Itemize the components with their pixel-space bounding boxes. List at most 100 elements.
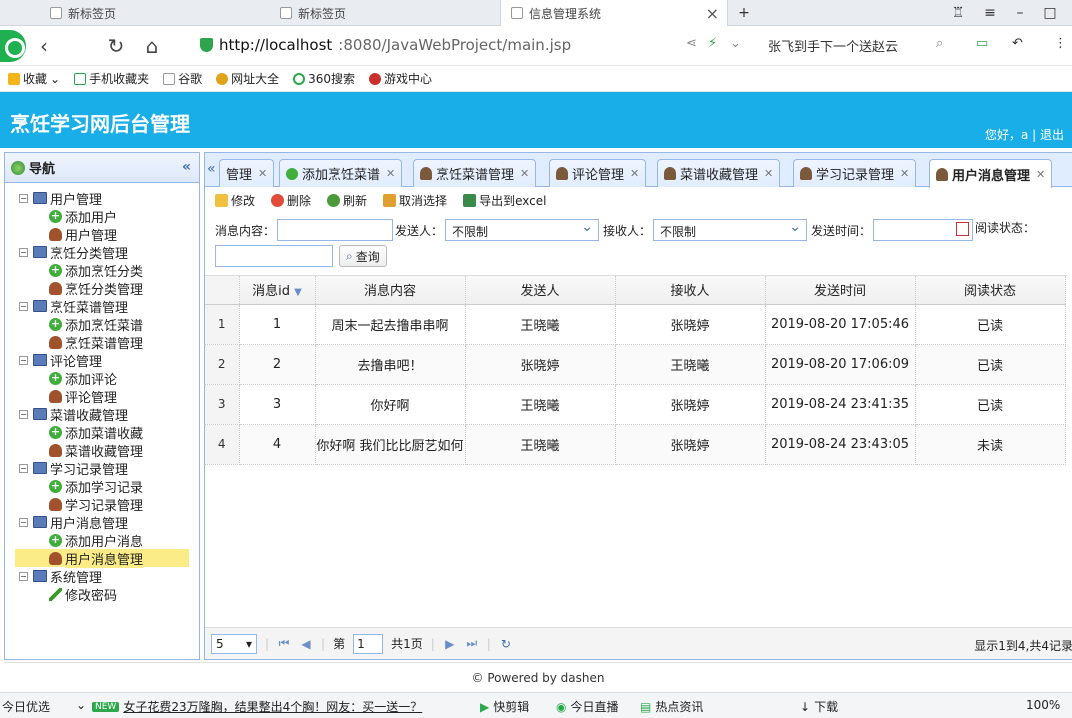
bookmark-mobile[interactable]: 手机收藏夹 bbox=[74, 70, 149, 87]
page-number-input[interactable]: 1 bbox=[353, 633, 384, 654]
close-icon[interactable]: ✕ bbox=[1036, 168, 1045, 181]
back-icon[interactable]: ‹ bbox=[32, 34, 56, 58]
menu-icon[interactable]: ≡ bbox=[976, 0, 1004, 26]
close-icon[interactable]: × bbox=[706, 4, 719, 23]
close-icon[interactable]: ✕ bbox=[520, 167, 529, 180]
calendar-icon[interactable] bbox=[956, 222, 970, 236]
delete-button[interactable]: 删除 bbox=[271, 192, 311, 209]
tree-item[interactable]: 学习记录管理 bbox=[15, 495, 199, 514]
status-item-download[interactable]: ↓ 下载 bbox=[800, 698, 838, 715]
browser-tab[interactable]: 新标签页 bbox=[270, 0, 490, 26]
tree-item[interactable]: + 添加学习记录 bbox=[15, 477, 199, 496]
tree-group[interactable]: − 系统管理 bbox=[15, 567, 199, 586]
tree-group[interactable]: − 烹饪分类管理 bbox=[15, 243, 199, 262]
tree-group[interactable]: − 评论管理 bbox=[15, 351, 199, 370]
tree-item[interactable]: + 添加烹饪分类 bbox=[15, 261, 199, 280]
shirt-icon[interactable]: ♖ bbox=[944, 0, 972, 26]
close-icon[interactable]: ✕ bbox=[630, 167, 639, 180]
tree-item[interactable]: + 添加评论 bbox=[15, 369, 199, 388]
tab-favorite-manage[interactable]: 菜谱收藏管理 ✕ bbox=[657, 159, 781, 187]
status-item-news[interactable]: ▤ 热点资讯 bbox=[640, 698, 703, 715]
tree-group[interactable]: − 学习记录管理 bbox=[15, 459, 199, 478]
collapse-icon[interactable]: « bbox=[182, 159, 191, 175]
more-icon[interactable]: ⋮ bbox=[1054, 36, 1067, 51]
close-icon[interactable]: ✕ bbox=[258, 167, 267, 180]
first-page-icon[interactable]: ⏮ bbox=[277, 636, 291, 651]
undo-icon[interactable]: ↶ bbox=[1012, 36, 1023, 51]
lightning-icon[interactable]: ⚡ bbox=[708, 36, 717, 51]
tree-item[interactable]: 烹饪分类管理 bbox=[15, 279, 199, 298]
cancel-select-button[interactable]: 取消选择 bbox=[383, 192, 447, 209]
tab-recipe-manage[interactable]: 烹饪菜谱管理 ✕ bbox=[413, 159, 537, 187]
table-row[interactable]: 1 1 周末一起去撸串串啊 王晓曦 张晓婷 2019-08-20 17:05:46 已读 bbox=[205, 304, 1066, 345]
last-page-icon[interactable]: ⏭ bbox=[465, 636, 479, 651]
table-row[interactable]: 4 4 你好啊 我们比比厨艺如何 王晓曦 张晓婷 2019-08-24 23:43:05 未… bbox=[205, 424, 1066, 465]
status-headline[interactable]: NEW 女子花费23万隆胸，结果整出4个胸！网友：买一送一？ bbox=[92, 698, 422, 715]
collapse-toggle-icon[interactable]: − bbox=[19, 409, 28, 419]
close-icon[interactable]: ✕ bbox=[900, 167, 909, 180]
column-header-sender[interactable]: 发送人 bbox=[465, 276, 616, 305]
tree-item[interactable]: 菜谱收藏管理 bbox=[15, 441, 199, 460]
browser-tab-active[interactable]: 信息管理系统 × bbox=[500, 0, 728, 26]
tab-manage[interactable]: 管理 ✕ bbox=[219, 159, 275, 187]
tree-item[interactable]: 修改密码 bbox=[15, 585, 199, 604]
edit-button[interactable]: 修改 bbox=[215, 192, 255, 209]
search-icon[interactable]: ⌕ bbox=[936, 36, 943, 51]
tab-study-manage[interactable]: 学习记录管理 ✕ bbox=[793, 159, 917, 187]
bookmark-sites[interactable]: 网址大全 bbox=[216, 70, 279, 87]
chevron-down-icon[interactable]: ⌄ bbox=[730, 36, 741, 51]
scroll-left-icon[interactable]: « bbox=[207, 161, 216, 177]
close-icon[interactable]: ✕ bbox=[386, 167, 395, 180]
collapse-toggle-icon[interactable]: − bbox=[19, 571, 28, 581]
column-header-content[interactable]: 消息内容 bbox=[315, 276, 466, 305]
tree-item[interactable]: 用户管理 bbox=[15, 225, 199, 244]
collapse-toggle-icon[interactable]: − bbox=[19, 193, 28, 203]
home-icon[interactable]: ⌂ bbox=[140, 34, 164, 58]
status-item-live[interactable]: ◉ 今日直播 bbox=[556, 698, 619, 715]
query-button[interactable]: ⌕ 查询 bbox=[339, 245, 387, 267]
collapse-toggle-icon[interactable]: − bbox=[19, 463, 28, 473]
browser-tab[interactable]: 新标签页 bbox=[40, 0, 260, 26]
tree-item[interactable]: + 添加菜谱收藏 bbox=[15, 423, 199, 442]
browser-logo[interactable] bbox=[0, 30, 26, 62]
bookmark-favorites[interactable]: 收藏 ⌄ bbox=[8, 70, 60, 87]
column-header-id[interactable]: 消息id ▼ bbox=[239, 276, 316, 305]
tab-message-manage[interactable]: 用户消息管理 ✕ bbox=[929, 159, 1053, 188]
tree-group[interactable]: − 用户消息管理 bbox=[15, 513, 199, 532]
tree-item[interactable]: 评论管理 bbox=[15, 387, 199, 406]
bookmark-games[interactable]: 游戏中心 bbox=[369, 70, 432, 87]
share-icon[interactable]: ⋖ bbox=[686, 36, 697, 51]
tree-item[interactable]: 用户消息管理 bbox=[15, 548, 189, 568]
bookmark-360search[interactable]: 360搜索 bbox=[293, 70, 355, 87]
status-item-clip[interactable]: ▶ 快剪辑 bbox=[480, 698, 529, 715]
column-header-status[interactable]: 阅读状态 bbox=[915, 276, 1066, 305]
status-input[interactable] bbox=[215, 245, 333, 267]
maximize-button[interactable]: □ bbox=[1036, 0, 1064, 26]
status-daily-pick[interactable]: 今日优选 bbox=[2, 698, 50, 715]
sender-select[interactable]: 不限制 bbox=[445, 219, 600, 241]
reload-icon[interactable]: ↻ bbox=[499, 637, 513, 651]
bookmark-google[interactable]: 谷歌 bbox=[163, 70, 202, 87]
tab-comment-manage[interactable]: 评论管理 ✕ bbox=[549, 159, 647, 187]
minimize-button[interactable]: – bbox=[1006, 0, 1034, 26]
time-input[interactable] bbox=[873, 219, 974, 241]
reload-icon[interactable]: ↻ bbox=[104, 34, 128, 58]
tree-item[interactable]: + 添加用户 bbox=[15, 207, 199, 226]
tree-group[interactable]: − 用户管理 bbox=[15, 189, 199, 208]
content-input[interactable] bbox=[277, 219, 394, 241]
zoom-level[interactable]: 100% bbox=[1026, 698, 1060, 712]
tree-group[interactable]: − 菜谱收藏管理 bbox=[15, 405, 199, 424]
refresh-button[interactable]: 刷新 bbox=[327, 192, 367, 209]
user-greeting-logout[interactable]: 您好，a | 退出 bbox=[985, 126, 1064, 143]
collapse-toggle-icon[interactable]: − bbox=[19, 355, 28, 365]
collapse-toggle-icon[interactable]: − bbox=[19, 517, 28, 527]
collapse-toggle-icon[interactable]: − bbox=[19, 247, 28, 257]
tree-item[interactable]: 烹饪菜谱管理 bbox=[15, 333, 199, 352]
close-icon[interactable]: ✕ bbox=[764, 167, 773, 180]
table-row[interactable]: 3 3 你好啊 王晓曦 张晓婷 2019-08-24 23:41:35 已读 bbox=[205, 384, 1066, 425]
table-row[interactable]: 2 2 去撸串吧！ 张晓婷 王晓曦 2019-08-20 17:06:09 已读 bbox=[205, 344, 1066, 385]
tab-add-recipe[interactable]: 添加烹饪菜谱 ✕ bbox=[279, 159, 403, 187]
collapse-toggle-icon[interactable]: − bbox=[19, 301, 28, 311]
next-page-icon[interactable]: ▶ bbox=[443, 637, 457, 651]
tree-group[interactable]: − 烹饪菜谱管理 bbox=[15, 297, 199, 316]
